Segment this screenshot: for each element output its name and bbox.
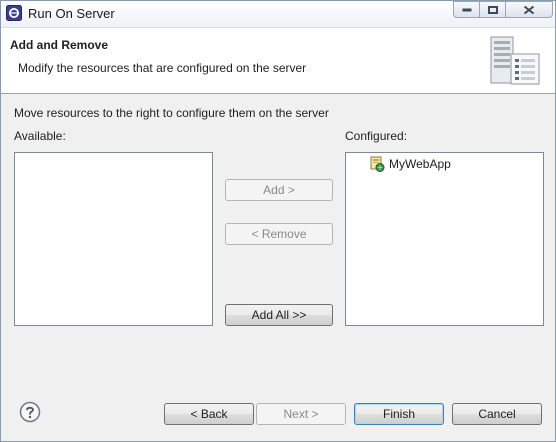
available-label: Available: [14, 129, 66, 143]
wizard-header: Add and Remove Modify the resources that… [1, 28, 555, 94]
web-app-icon [370, 156, 385, 172]
configured-item-label: MyWebApp [389, 157, 451, 171]
list-item[interactable]: MyWebApp [369, 155, 451, 173]
remove-button[interactable]: < Remove [225, 223, 333, 245]
page-title: Add and Remove [10, 38, 109, 52]
close-button[interactable] [506, 1, 553, 18]
back-button[interactable]: < Back [164, 403, 254, 425]
maximize-button[interactable] [480, 1, 506, 18]
configured-resources-list[interactable]: MyWebApp [345, 152, 544, 326]
page-description: Modify the resources that are configured… [18, 61, 307, 75]
window-controls [453, 1, 553, 20]
run-on-server-dialog: Run On Server Add and Remove Modify the … [0, 0, 556, 442]
cancel-button[interactable]: Cancel [452, 403, 542, 425]
help-icon[interactable] [19, 401, 41, 423]
available-resources-list[interactable] [14, 152, 213, 326]
eclipse-app-icon [6, 5, 22, 21]
close-icon [523, 5, 535, 14]
window-title: Run On Server [28, 6, 115, 21]
server-wizard-icon [490, 36, 540, 85]
title-bar[interactable]: Run On Server [1, 1, 555, 28]
instructions-text: Move resources to the right to configure… [14, 106, 329, 120]
minimize-button[interactable] [453, 1, 480, 18]
add-all-button[interactable]: Add All >> [225, 304, 333, 326]
minimize-icon [462, 8, 471, 11]
next-button[interactable]: Next > [256, 403, 346, 425]
maximize-icon [487, 5, 498, 14]
configured-label: Configured: [345, 129, 408, 143]
add-button[interactable]: Add > [225, 179, 333, 201]
finish-button[interactable]: Finish [354, 403, 444, 425]
